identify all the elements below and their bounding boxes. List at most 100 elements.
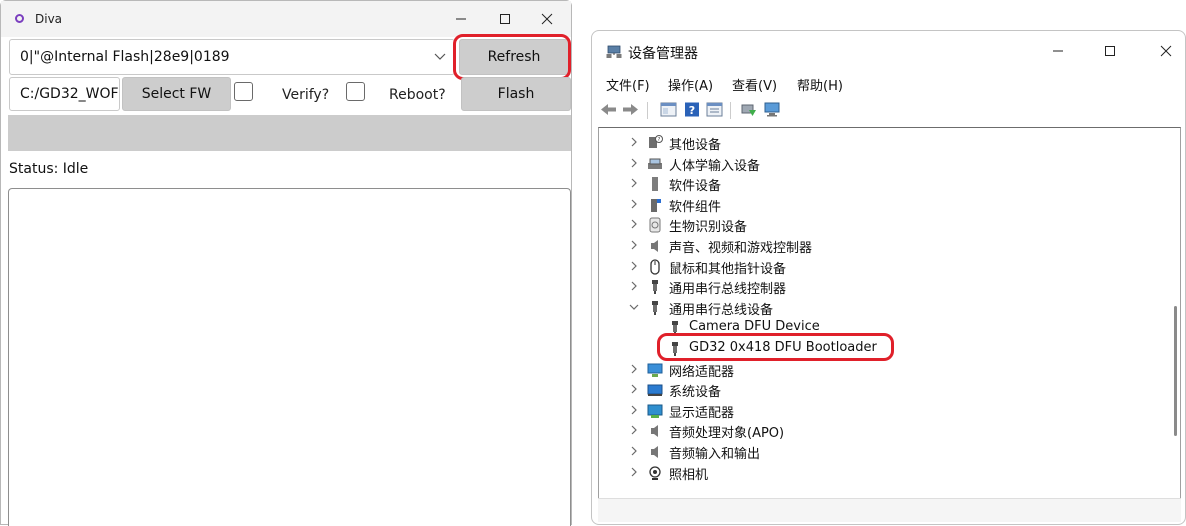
biometric-icon: [647, 217, 663, 233]
usb-icon: [647, 300, 663, 316]
tree-item[interactable]: 通用串行总线设备: [599, 298, 1159, 318]
tree-item[interactable]: 人体学输入设备: [599, 154, 1159, 174]
tree-item[interactable]: 照相机: [599, 463, 1159, 483]
scrollbar[interactable]: [1174, 306, 1177, 436]
tree-item-label: 鼠标和其他指针设备: [669, 261, 787, 277]
menu-file[interactable]: 文件(F): [606, 75, 650, 94]
usb-icon: [647, 279, 663, 295]
chevron-right-icon[interactable]: [629, 465, 639, 479]
forward-icon[interactable]: [622, 102, 639, 117]
tree-item[interactable]: 生物识别设备: [599, 215, 1159, 235]
device-select-value: 0|"@Internal Flash|28e9|0189: [20, 49, 230, 65]
help-icon[interactable]: ?: [684, 102, 701, 117]
tree-item-label: 显示适配器: [669, 405, 735, 421]
chevron-right-icon[interactable]: [629, 217, 639, 231]
tree-item[interactable]: 通用串行总线控制器: [599, 277, 1159, 297]
verify-label: Verify?: [282, 87, 330, 103]
app-logo-icon: [15, 14, 24, 23]
chevron-right-icon[interactable]: [629, 382, 639, 396]
tree-item[interactable]: 显示适配器: [599, 401, 1159, 421]
network-icon: [647, 362, 663, 378]
tree-item-label: 照相机: [669, 467, 709, 483]
toolbar-separator: [647, 102, 648, 119]
device-manager-window: 设备管理器 文件(F) 操作(A) 查看(V) 帮助(H) ? ? 其他设备人体学…: [591, 30, 1186, 525]
camera-icon: [647, 465, 663, 481]
minimize-icon[interactable]: [441, 7, 481, 31]
maximize-icon[interactable]: [485, 7, 525, 31]
chevron-right-icon[interactable]: [629, 238, 639, 252]
chevron-right-icon[interactable]: [629, 444, 639, 458]
device-manager-icon: [606, 45, 622, 58]
reboot-label: Reboot?: [389, 87, 446, 103]
display-icon: [647, 403, 663, 419]
maximize-icon[interactable]: [1090, 39, 1130, 63]
system-icon: [647, 382, 663, 398]
chevron-right-icon[interactable]: [629, 279, 639, 293]
update-driver-icon[interactable]: [740, 102, 757, 117]
verify-checkbox[interactable]: [234, 82, 253, 101]
window-title: Diva: [35, 12, 63, 26]
firmware-path-field[interactable]: C:/GD32_WOF: [9, 77, 120, 111]
chevron-right-icon[interactable]: [629, 156, 639, 170]
chevron-right-icon[interactable]: [629, 423, 639, 437]
tree-item-label: 其他设备: [669, 138, 722, 153]
device-select[interactable]: 0|"@Internal Flash|28e9|0189: [9, 39, 455, 75]
scan-hardware-icon[interactable]: [764, 102, 781, 117]
chevron-right-icon[interactable]: [629, 197, 639, 211]
chevron-right-icon[interactable]: [629, 403, 639, 417]
close-icon[interactable]: [1146, 39, 1186, 63]
tree-item[interactable]: 系统设备: [599, 380, 1159, 400]
chevron-down-icon[interactable]: [629, 300, 639, 314]
tree-item-label: 网络适配器: [669, 364, 735, 380]
svg-text:?: ?: [658, 137, 661, 143]
other-device-icon: ?: [647, 135, 663, 151]
reboot-checkbox[interactable]: [346, 82, 365, 101]
chevron-right-icon[interactable]: [629, 362, 639, 376]
flash-button[interactable]: Flash: [461, 77, 571, 111]
back-icon[interactable]: [600, 102, 617, 117]
view-icon[interactable]: [706, 102, 723, 117]
tree-item[interactable]: ? 其他设备: [599, 133, 1159, 153]
tree-item-label: 通用串行总线控制器: [669, 282, 787, 298]
window-title: 设备管理器: [628, 46, 698, 62]
diva-window: Diva 0|"@Internal Flash|28e9|0189 Refres…: [0, 0, 572, 526]
menu-help[interactable]: 帮助(H): [797, 75, 843, 94]
software-component-icon: [647, 197, 663, 213]
tree-item[interactable]: 声音、视频和游戏控制器: [599, 236, 1159, 256]
chevron-right-icon[interactable]: [629, 135, 639, 149]
progress-bar: [8, 115, 571, 151]
tree-item-label: 人体学输入设备: [669, 158, 761, 174]
toolbar-separator: [730, 102, 731, 119]
chevron-down-icon: [434, 53, 446, 60]
close-icon[interactable]: [527, 7, 567, 31]
firmware-path-value: C:/GD32_WOF: [20, 86, 119, 102]
bootloader-highlight-annotation: [657, 333, 894, 361]
tree-item[interactable]: 音频输入和输出: [599, 442, 1159, 462]
menu-action[interactable]: 操作(A): [668, 75, 713, 94]
tree-item-label: 通用串行总线设备: [669, 302, 774, 318]
tree-item-label: 声音、视频和游戏控制器: [669, 241, 813, 256]
device-tree[interactable]: ? 其他设备人体学输入设备 软件设备 软件组件生物识别设备声音、视频和游戏控制器 鼠标和…: [598, 127, 1181, 522]
log-output[interactable]: [8, 188, 571, 526]
tree-item-label: 音频处理对象(APO): [669, 426, 785, 442]
chevron-right-icon[interactable]: [629, 176, 639, 190]
tree-item[interactable]: 软件设备: [599, 174, 1159, 194]
tree-item[interactable]: 鼠标和其他指针设备: [599, 257, 1159, 277]
tree-item-label: 生物识别设备: [669, 220, 748, 236]
tree-item[interactable]: 音频处理对象(APO): [599, 421, 1159, 441]
toolbar: ?: [592, 95, 1185, 127]
speaker-icon: [647, 444, 663, 460]
properties-icon[interactable]: [660, 102, 677, 117]
tree-item[interactable]: 网络适配器: [599, 360, 1159, 380]
mouse-icon: [647, 258, 663, 275]
title-bar: Diva: [1, 1, 571, 37]
minimize-icon[interactable]: [1038, 39, 1078, 63]
tree-item-label: 系统设备: [669, 385, 722, 401]
tree-item[interactable]: 软件组件: [599, 195, 1159, 215]
chevron-right-icon[interactable]: [629, 259, 639, 273]
menu-view[interactable]: 查看(V): [732, 75, 777, 94]
select-fw-button[interactable]: Select FW: [122, 77, 231, 111]
svg-text:?: ?: [689, 104, 695, 117]
software-device-icon: [647, 176, 663, 192]
tree-item-label: 音频输入和输出: [669, 447, 761, 462]
